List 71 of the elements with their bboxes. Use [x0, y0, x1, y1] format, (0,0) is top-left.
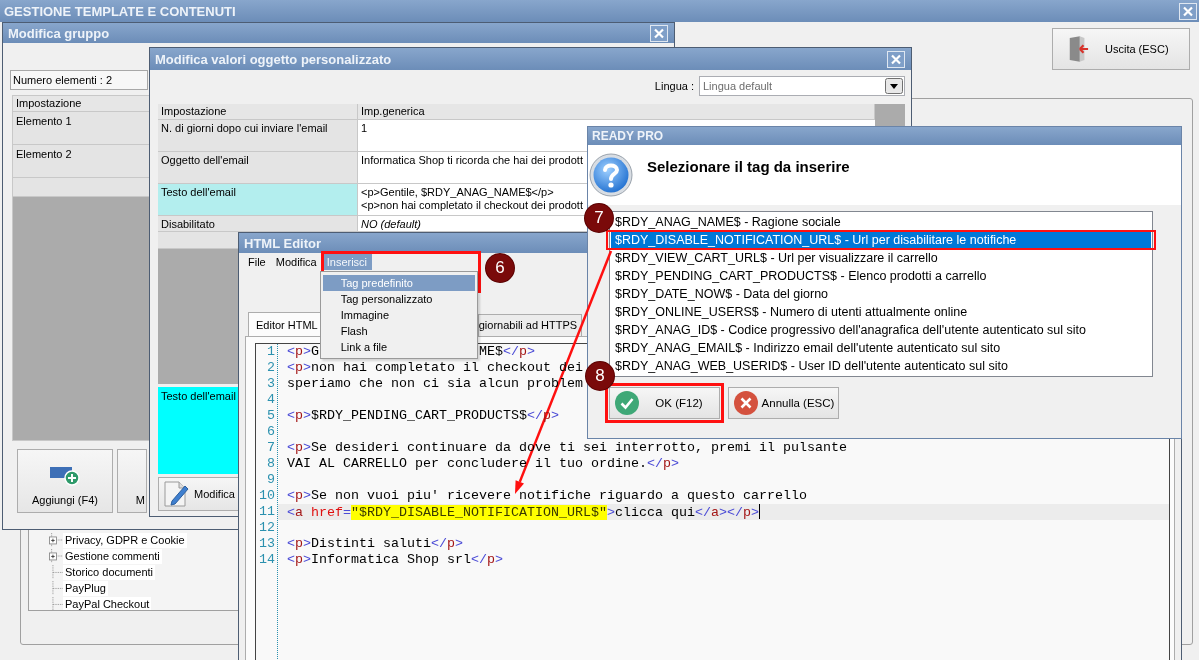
line-number: 12	[259, 520, 275, 535]
tree-item[interactable]: PayPal Checkout	[63, 596, 152, 610]
setting-cell[interactable]: N. di giorni dopo cui inviare l'email	[158, 120, 358, 152]
door-arrow-icon	[1067, 35, 1089, 63]
exit-button[interactable]: Uscita (ESC)	[1052, 28, 1190, 70]
line-number: 8	[267, 456, 275, 471]
tree-item[interactable]: Storico documenti	[63, 564, 156, 580]
line-number: 14	[259, 552, 275, 567]
line-number: 9	[267, 472, 275, 487]
add-button[interactable]: Aggiungi (F4)	[17, 449, 113, 513]
tab[interactable]: giornabili ad HTTPS	[477, 314, 582, 336]
list-option[interactable]: $RDY_DATE_NOW$ - Data del giorno	[611, 285, 1151, 303]
list-option[interactable]: $RDY_ANAG_WEB_USERID$ - User ID dell'utente autenticato sul sito	[611, 357, 1151, 375]
menu-item[interactable]: File	[243, 253, 271, 270]
list-option[interactable]: $RDY_PENDING_CART_PRODUCTS$ - Elenco prodotti a carrello	[611, 267, 1151, 285]
window-title: HTML Editor	[244, 235, 322, 251]
code-line: <p>G	[287, 344, 319, 359]
tree-item[interactable]: Privacy, GDPR e Cookie	[63, 532, 187, 548]
check-icon	[615, 391, 639, 415]
line-number: 13	[259, 536, 275, 551]
list-option[interactable]: $RDY_ONLINE_USERS$ - Numero di utenti attualmente online	[611, 303, 1151, 321]
cancel-button[interactable]: Annulla (ESC)	[728, 387, 839, 419]
edit-button[interactable]: Modifica	[158, 477, 238, 511]
caret-icon	[885, 78, 903, 94]
window-title: READY PRO	[592, 129, 664, 143]
expand-icon[interactable]	[49, 532, 63, 548]
line-number: 10	[259, 488, 275, 503]
line-number: 11	[259, 504, 275, 519]
menu-option[interactable]: Tag personalizzato	[322, 290, 475, 307]
menu-item[interactable]: Modifica	[270, 253, 322, 270]
setting-cell[interactable]: Oggetto dell'email	[158, 152, 358, 184]
tree-line-icon	[49, 596, 63, 610]
dialog-prompt: Selezionare il tag da inserire	[647, 158, 850, 175]
list-option[interactable]: $RDY_ANAG_ID$ - Codice progressivo dell'anagrafica dell'utente autenticato sul sito	[611, 321, 1151, 339]
setting-cell[interactable]: Testo dell'email	[158, 184, 358, 216]
list-option[interactable]: $RDY_VIEW_CART_URL$ - Url per visualizzare il carrello	[611, 249, 1151, 267]
close-icon[interactable]	[887, 50, 905, 68]
ok-button[interactable]: OK (F12)	[609, 387, 720, 419]
window-title: Modifica valori oggetto personalizzato	[155, 51, 392, 67]
line-number: 1	[267, 344, 275, 359]
tree-line-icon	[49, 564, 63, 580]
setting-cell[interactable]: Disabilitato	[158, 216, 358, 232]
code-line: <p>Se non vuoi piu' ricevere notifiche riguardo a questo carrello	[287, 488, 807, 503]
column-header: Imp.generica	[358, 104, 875, 120]
list-option[interactable]: $RDY_ANAG_EMAIL$ - Indirizzo email dell'utente autenticato sul sito	[611, 339, 1151, 357]
window-title: Modifica gruppo	[8, 25, 110, 41]
bar-plus-icon	[50, 464, 80, 486]
line-number: 6	[267, 424, 275, 439]
expand-icon[interactable]	[49, 548, 63, 564]
menu-option[interactable]: Link a file	[322, 338, 475, 355]
language-label: Lingua :	[654, 80, 694, 92]
column-header: Impostazione	[158, 104, 358, 120]
code-line: <p>Informatica Shop srl</p>	[287, 552, 503, 567]
code-line: <p>Distinti saluti</p>	[287, 536, 463, 551]
count-field: Numero elementi : 2	[10, 70, 148, 90]
pencil-page-icon	[163, 480, 189, 508]
language-dropdown[interactable]: Lingua default	[699, 76, 905, 96]
code-line: ME$</p>	[478, 344, 535, 359]
tree-line-icon	[49, 580, 63, 596]
cross-icon	[734, 391, 758, 415]
line-number: 4	[267, 392, 275, 407]
tree-item[interactable]: Gestione commenti	[63, 548, 162, 564]
close-icon[interactable]	[650, 24, 668, 42]
line-number: 2	[267, 360, 275, 375]
line-number: 7	[267, 440, 275, 455]
action-button[interactable]: M	[117, 449, 147, 513]
window-title: GESTIONE TEMPLATE E CONTENUTI	[4, 3, 236, 19]
tree-item[interactable]: PayPlug	[63, 580, 108, 596]
line-number: 5	[267, 408, 275, 423]
close-icon[interactable]	[1179, 2, 1197, 20]
code-line: <a href="$RDY_DISABLE_NOTIFICATION_URL$">clicca qui</a></p>	[287, 505, 760, 520]
